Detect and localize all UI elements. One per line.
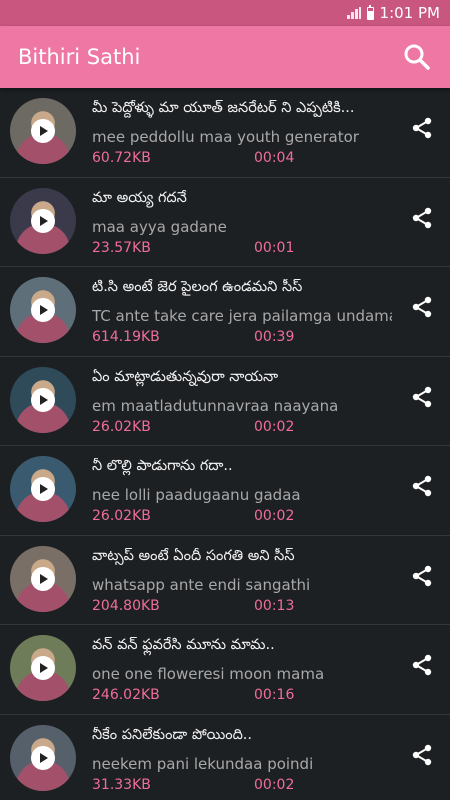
share-button[interactable] bbox=[408, 651, 436, 679]
clip-thumbnail[interactable] bbox=[10, 366, 76, 433]
list-item[interactable]: వాట్సప్ అంటే ఏందీ సంగతి అని సీస్ whatsap… bbox=[0, 536, 450, 625]
share-button[interactable] bbox=[408, 114, 436, 142]
signal-icon bbox=[346, 7, 361, 19]
clip-thumbnail[interactable] bbox=[10, 277, 76, 343]
app-bar: Bithiri Sathi bbox=[0, 26, 450, 88]
play-icon[interactable] bbox=[31, 656, 55, 680]
share-icon bbox=[412, 296, 432, 318]
play-icon[interactable] bbox=[31, 745, 55, 770]
status-bar: 1:01 PM bbox=[0, 0, 450, 26]
clip-duration: 00:13 bbox=[254, 597, 295, 614]
file-size: 26.02KB bbox=[92, 418, 151, 435]
file-size: 26.02KB bbox=[92, 508, 151, 524]
clip-thumbnail[interactable] bbox=[10, 187, 76, 254]
search-icon bbox=[404, 44, 430, 70]
clip-subtitle: one one floweresi moon mama bbox=[92, 665, 325, 683]
clip-subtitle: whatsapp ante endi sangathi bbox=[92, 575, 311, 594]
clip-subtitle: mee peddollu maa youth generator bbox=[92, 128, 359, 146]
clip-subtitle: TC ante take care jera pailamga undamani bbox=[92, 307, 392, 325]
share-icon bbox=[412, 475, 432, 497]
share-icon bbox=[412, 654, 432, 676]
list-item[interactable]: మా అయ్య గదనే maa ayya gadane 23.57KB 00:… bbox=[0, 178, 450, 267]
share-button[interactable] bbox=[408, 472, 436, 500]
list-item[interactable]: మీ పెద్దోళ్ళు మా యూత్ జనరేటర్ ని ఎప్పటిక… bbox=[0, 88, 450, 178]
clip-subtitle: nee lolli paadugaanu gadaa bbox=[92, 486, 301, 504]
clip-title: మా అయ్య గదనే bbox=[92, 189, 187, 206]
clip-duration: 00:01 bbox=[254, 239, 295, 256]
share-icon bbox=[412, 565, 432, 586]
clip-duration: 00:02 bbox=[254, 776, 295, 793]
list-item[interactable]: వన్ వన్ ఫ్లవరేసి మూను మామ.. one one flow… bbox=[0, 625, 450, 715]
clip-title: నీకేం పనిలేకుండా పోయింది.. bbox=[92, 726, 253, 743]
play-icon[interactable] bbox=[31, 119, 55, 143]
share-button[interactable] bbox=[408, 293, 436, 321]
share-icon bbox=[412, 744, 432, 765]
audio-list: మీ పెద్దోళ్ళు మా యూత్ జనరేటర్ ని ఎప్పటిక… bbox=[0, 88, 450, 800]
clip-duration: 00:02 bbox=[254, 508, 295, 524]
file-size: 246.02KB bbox=[92, 687, 160, 703]
status-time: 1:01 PM bbox=[379, 4, 440, 22]
clip-title: ఏం మాట్లాడుతున్నవురా నాయనా bbox=[92, 368, 279, 385]
battery-icon bbox=[366, 4, 374, 20]
clip-thumbnail[interactable] bbox=[10, 545, 76, 612]
file-size: 204.80KB bbox=[92, 597, 160, 614]
list-item[interactable]: నీకేం పనిలేకుండా పోయింది.. neekem pani l… bbox=[0, 715, 450, 800]
list-item[interactable]: నీ లొల్లి పాడుగాను గదా.. nee lolli paadu… bbox=[0, 446, 450, 536]
share-icon bbox=[412, 207, 432, 228]
clip-title: టి.సి అంటే జెర పైలంగ ఉండమని సీస్ bbox=[92, 279, 303, 295]
list-item[interactable]: టి.సి అంటే జెర పైలంగ ఉండమని సీస్ TC ante… bbox=[0, 267, 450, 357]
clip-subtitle: neekem pani lekundaa poindi bbox=[92, 754, 314, 773]
search-button[interactable] bbox=[402, 42, 432, 72]
clip-title: వన్ వన్ ఫ్లవరేసి మూను మామ.. bbox=[92, 637, 275, 653]
file-size: 23.57KB bbox=[92, 239, 151, 256]
clip-title: వాట్సప్ అంటే ఏందీ సంగతి అని సీస్ bbox=[92, 547, 295, 564]
share-icon bbox=[412, 386, 432, 407]
file-size: 60.72KB bbox=[92, 150, 151, 166]
clip-subtitle: em maatladutunnavraa naayana bbox=[92, 396, 339, 415]
clip-duration: 00:04 bbox=[254, 150, 295, 166]
clip-thumbnail[interactable] bbox=[10, 635, 76, 701]
play-icon[interactable] bbox=[31, 298, 55, 322]
share-icon bbox=[412, 117, 432, 139]
share-button[interactable] bbox=[408, 562, 436, 590]
clip-thumbnail[interactable] bbox=[10, 456, 76, 522]
play-icon[interactable] bbox=[31, 387, 55, 412]
share-button[interactable] bbox=[408, 204, 436, 232]
clip-duration: 00:16 bbox=[254, 687, 295, 703]
play-icon[interactable] bbox=[31, 477, 55, 501]
app-title: Bithiri Sathi bbox=[18, 45, 141, 69]
file-size: 31.33KB bbox=[92, 776, 151, 793]
play-icon[interactable] bbox=[31, 208, 55, 233]
play-icon[interactable] bbox=[31, 566, 55, 591]
clip-title: నీ లొల్లి పాడుగాను గదా.. bbox=[92, 458, 233, 474]
list-item[interactable]: ఏం మాట్లాడుతున్నవురా నాయనా em maatladutu… bbox=[0, 357, 450, 446]
clip-subtitle: maa ayya gadane bbox=[92, 217, 227, 236]
clip-thumbnail[interactable] bbox=[10, 724, 76, 791]
clip-duration: 00:39 bbox=[254, 329, 295, 345]
file-size: 614.19KB bbox=[92, 329, 160, 345]
share-button[interactable] bbox=[408, 383, 436, 411]
clip-duration: 00:02 bbox=[254, 418, 295, 435]
share-button[interactable] bbox=[408, 741, 436, 769]
clip-title: మీ పెద్దోళ్ళు మా యూత్ జనరేటర్ ని ఎప్పటిక… bbox=[92, 100, 355, 116]
clip-thumbnail[interactable] bbox=[10, 98, 76, 164]
